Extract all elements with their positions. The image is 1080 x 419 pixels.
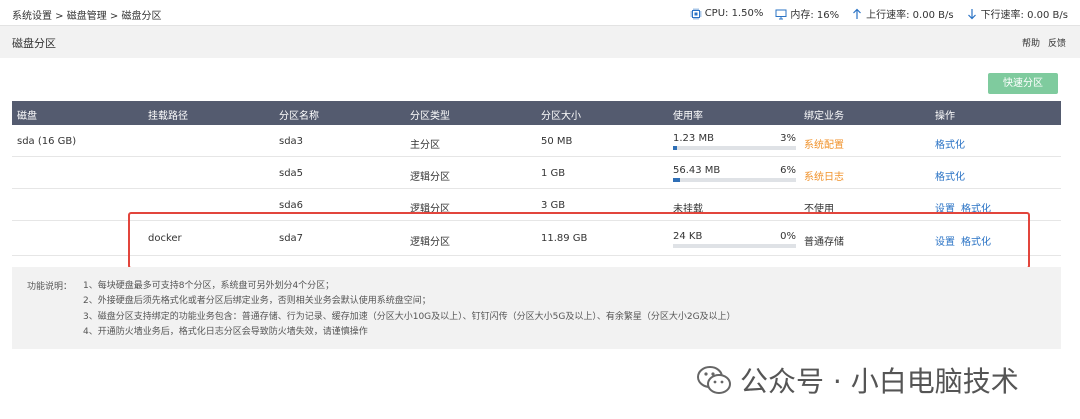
page-title: 磁盘分区 [12,37,56,50]
usage-cell: 1.23 MB 3% [673,133,796,150]
download-stat: 下行速率: 0.00 B/s [966,6,1068,21]
title-bar: 磁盘分区 帮助 反馈 [0,26,1080,58]
partition-type-cell: 主分区 [410,140,440,151]
header-usage: 使用率 [673,111,703,122]
description-line: 1、每块硬盘最多可支持8个分区，系统盘可另外划分4个分区； [83,281,335,291]
arrow-up-icon [853,8,862,19]
description-list: 1、每块硬盘最多可支持8个分区，系统盘可另外划分4个分区； 2、外接硬盘后须先格… [83,279,736,340]
header-partition-type: 分区类型 [410,111,450,122]
memory-value: 内存: 16% [790,10,840,21]
table-header: 磁盘 挂载路径 分区名称 分区类型 分区大小 使用率 绑定业务 操作 [12,101,1061,125]
top-bar: 系统设置 > 磁盘管理 > 磁盘分区 CPU: 1.50% 内存: 16% 上行… [0,0,1080,26]
memory-stat: 内存: 16% [775,6,839,21]
usage-bar [673,178,796,182]
header-mount-path: 挂载路径 [148,111,188,122]
usage-bar [673,146,796,150]
table-row: sda5 逻辑分区 1 GB 56.43 MB 6% 系统日志 格式化 [12,157,1061,189]
monitor-icon [775,9,787,19]
partition-type-cell: 逻辑分区 [410,172,450,183]
breadcrumb: 系统设置 > 磁盘管理 > 磁盘分区 [12,11,162,22]
help-link[interactable]: 帮助 [1022,36,1040,49]
usage-amount: 56.43 MB [673,165,721,176]
cpu-value: CPU: 1.50% [704,8,764,19]
feedback-link[interactable]: 反馈 [1048,36,1066,49]
format-link[interactable]: 格式化 [935,136,965,151]
header-actions: 操作 [935,111,955,122]
partition-name-cell: sda5 [279,168,304,179]
description-line: 2、外接硬盘后须先格式化或者分区后绑定业务，否则相关业务会默认使用系统盘空间； [83,296,431,307]
usage-fill [673,146,677,150]
title-links: 帮助 反馈 [1022,36,1066,49]
partition-size-cell: 3 GB [541,200,566,211]
partition-name-cell: sda6 [279,200,304,211]
description-label: 功能说明： [27,282,73,292]
cpu-stat: CPU: 1.50% [690,6,764,21]
usage-percent: 6% [780,165,796,176]
watermark-text: 公众号 · 小白电脑技术 [740,365,1019,398]
binding-cell: 系统日志 [804,172,844,183]
usage-percent: 3% [780,133,796,144]
usage-fill [673,178,681,182]
format-link[interactable]: 格式化 [935,168,965,183]
upload-value: 上行速率: 0.00 B/s [866,10,954,21]
table-row: sda (16 GB) sda3 主分区 50 MB 1.23 MB 3% 系统… [12,125,1061,157]
description-line: 4、开通防火墙业务后，格式化日志分区会导致防火墙失效，请谨慎操作 [83,326,368,337]
partition-size-cell: 50 MB [541,136,573,147]
header-disk: 磁盘 [17,111,37,122]
usage-cell: 56.43 MB 6% [673,165,796,182]
partition-name-cell: sda3 [279,136,304,147]
download-value: 下行速率: 0.00 B/s [980,10,1068,21]
quick-partition-button[interactable]: 快速分区 [988,73,1058,94]
watermark: 公众号 · 小白电脑技术 [696,360,1019,400]
header-binding: 绑定业务 [804,111,844,122]
description-line: 3、磁盘分区支持绑定的功能业务包含：普通存储、行为记录、缓存加速（分区大小10G… [83,311,736,322]
binding-cell: 系统配置 [804,140,844,151]
partition-size-cell: 1 GB [541,168,566,179]
wechat-icon [697,366,731,394]
header-partition-size: 分区大小 [541,111,581,122]
header-partition-name: 分区名称 [279,111,319,122]
function-description: 功能说明： 1、每块硬盘最多可支持8个分区，系统盘可另外划分4个分区； 2、外接… [12,267,1061,349]
upload-stat: 上行速率: 0.00 B/s [851,6,954,21]
arrow-down-icon [967,8,976,19]
highlight-box [128,212,1030,269]
disk-cell: sda (16 GB) [17,136,77,147]
cpu-icon [690,8,702,19]
usage-amount: 1.23 MB [673,133,714,144]
system-stats: CPU: 1.50% 内存: 16% 上行速率: 0.00 B/s 下行速率: … [690,6,1068,21]
